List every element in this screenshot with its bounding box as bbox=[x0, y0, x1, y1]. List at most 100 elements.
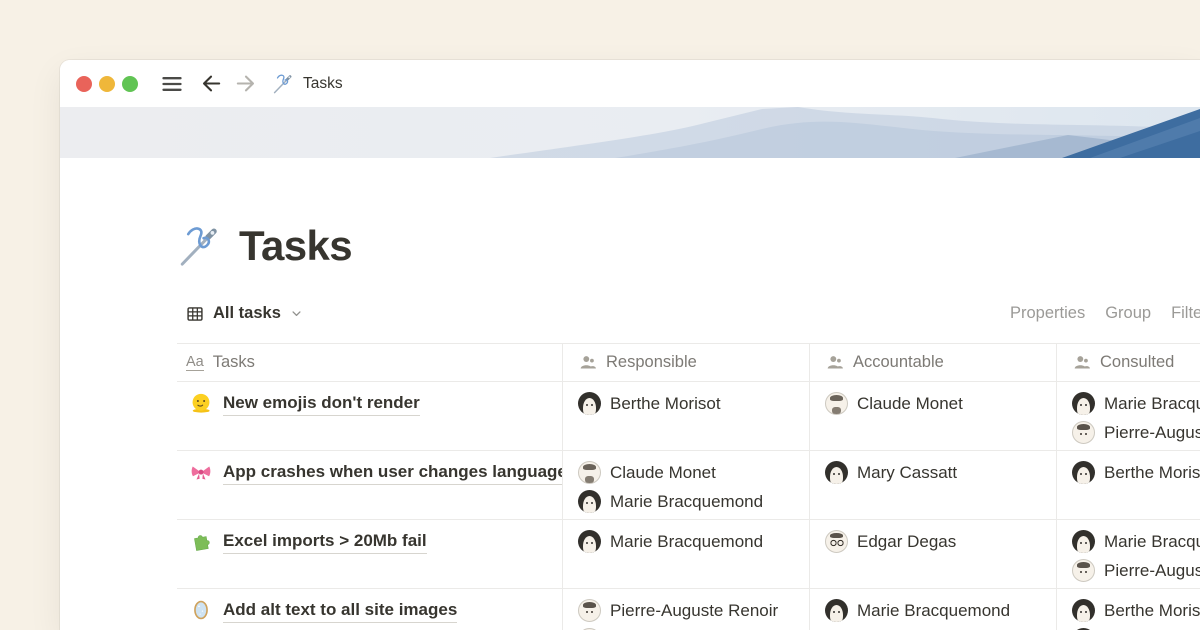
column-label: Tasks bbox=[213, 353, 255, 372]
person-property-icon bbox=[1072, 353, 1091, 372]
mountain-landscape bbox=[60, 107, 1200, 158]
person-property-icon bbox=[825, 353, 844, 372]
tab-title: Tasks bbox=[303, 75, 343, 93]
person-entry: Edgar Degas bbox=[825, 530, 1056, 553]
properties-button[interactable]: Properties bbox=[1010, 304, 1085, 323]
person-entry: Pierre-Auguste Renoir bbox=[578, 599, 809, 622]
avatar bbox=[578, 392, 601, 415]
back-arrow-icon[interactable] bbox=[200, 72, 223, 95]
column-header-consulted[interactable]: Consulted bbox=[1057, 344, 1200, 381]
traffic-light-zoom[interactable] bbox=[122, 76, 138, 92]
needle-favicon-icon bbox=[272, 73, 294, 95]
avatar bbox=[578, 461, 601, 484]
avatar bbox=[825, 599, 848, 622]
task-title-link[interactable]: New emojis don't render bbox=[223, 392, 420, 416]
person-name: Pierre-Auguste Renoir bbox=[1104, 559, 1200, 582]
avatar bbox=[1072, 392, 1095, 415]
accountable-cell[interactable]: Edgar Degas bbox=[810, 520, 1057, 588]
person-entry: Marie Bracquemond bbox=[578, 490, 809, 513]
task-title-link[interactable]: Add alt text to all site images bbox=[223, 599, 457, 623]
column-header-accountable[interactable]: Accountable bbox=[810, 344, 1057, 381]
column-label: Consulted bbox=[1100, 353, 1174, 372]
person-entry: Marie Bracquemond bbox=[825, 599, 1056, 622]
sewing-needle-icon[interactable] bbox=[177, 224, 222, 269]
person-name: Marie Bracquemond bbox=[610, 490, 763, 513]
tasks-table: Aa Tasks Responsible Accountable Consult… bbox=[177, 343, 1200, 630]
person-name: Marie Bracquemond bbox=[857, 599, 1010, 622]
browser-window: Tasks Tasks bbox=[60, 60, 1200, 630]
accountable-cell[interactable]: Claude Monet bbox=[810, 382, 1057, 450]
accountable-cell[interactable]: Mary Cassatt bbox=[810, 451, 1057, 519]
person-name: Berthe Morisot bbox=[1104, 461, 1200, 484]
task-title-link[interactable]: App crashes when user changes language bbox=[223, 461, 563, 485]
column-header-responsible[interactable]: Responsible bbox=[563, 344, 810, 381]
toolbar-actions: Properties Group Filter bbox=[1010, 297, 1200, 330]
responsible-cell[interactable]: Pierre-Auguste Renoir bbox=[563, 589, 810, 630]
avatar bbox=[825, 461, 848, 484]
consulted-cell[interactable]: Berthe Morisot bbox=[1057, 451, 1200, 519]
task-cell[interactable]: App crashes when user changes language bbox=[177, 451, 563, 519]
task-title-link[interactable]: Excel imports > 20Mb fail bbox=[223, 530, 427, 554]
ribbon-icon bbox=[190, 461, 212, 483]
table-row: Excel imports > 20Mb fail Marie Bracquem… bbox=[177, 520, 1200, 589]
avatar bbox=[1072, 461, 1095, 484]
view-toolbar: All tasks Properties Group Filter bbox=[177, 297, 1200, 330]
person-entry: Berthe Morisot bbox=[1072, 461, 1200, 484]
person-entry: Pierre-Auguste Renoir bbox=[1072, 559, 1200, 582]
person-entry: Pierre-Auguste Renoir bbox=[1072, 421, 1200, 444]
table-row: Add alt text to all site images Pierre-A… bbox=[177, 589, 1200, 630]
person-entry: Claude Monet bbox=[825, 392, 1056, 415]
filter-button[interactable]: Filter bbox=[1171, 304, 1200, 323]
traffic-light-close[interactable] bbox=[76, 76, 92, 92]
table-view-icon bbox=[185, 304, 205, 324]
person-entry: Marie Bracquemond bbox=[1072, 392, 1200, 415]
task-cell[interactable]: New emojis don't render bbox=[177, 382, 563, 450]
avatar bbox=[578, 490, 601, 513]
avatar bbox=[1072, 559, 1095, 582]
person-name: Marie Bracquemond bbox=[610, 530, 763, 553]
avatar bbox=[1072, 599, 1095, 622]
avatar bbox=[1072, 530, 1095, 553]
person-entry: Berthe Morisot bbox=[578, 392, 809, 415]
responsible-cell[interactable]: Claude Monet Marie Bracquemond bbox=[563, 451, 810, 519]
doc-title-block: Tasks bbox=[177, 222, 352, 270]
person-name: Berthe Morisot bbox=[610, 392, 721, 415]
consulted-cell[interactable]: Berthe Morisot bbox=[1057, 589, 1200, 630]
responsible-cell[interactable]: Marie Bracquemond bbox=[563, 520, 810, 588]
person-name: Berthe Morisot bbox=[1104, 599, 1200, 622]
table-header-row: Aa Tasks Responsible Accountable Consult… bbox=[177, 343, 1200, 382]
person-entry: Marie Bracquemond bbox=[578, 530, 809, 553]
view-switcher[interactable]: All tasks bbox=[177, 297, 304, 330]
task-cell[interactable]: Add alt text to all site images bbox=[177, 589, 563, 630]
column-header-tasks[interactable]: Aa Tasks bbox=[177, 344, 563, 381]
accountable-cell[interactable]: Marie Bracquemond bbox=[810, 589, 1057, 630]
person-name: Marie Bracquemond bbox=[1104, 392, 1200, 415]
melting-face-icon bbox=[190, 392, 212, 414]
group-button[interactable]: Group bbox=[1105, 304, 1151, 323]
menu-icon[interactable] bbox=[160, 72, 184, 96]
browser-titlebar: Tasks bbox=[60, 60, 1200, 107]
page-title: Tasks bbox=[239, 222, 352, 270]
avatar bbox=[825, 530, 848, 553]
person-entry: Claude Monet bbox=[578, 461, 809, 484]
responsible-cell[interactable]: Berthe Morisot bbox=[563, 382, 810, 450]
person-entry: Mary Cassatt bbox=[825, 461, 1056, 484]
text-property-icon: Aa bbox=[186, 355, 204, 371]
page-content: Tasks All tasks Properties Group Filter … bbox=[60, 158, 1200, 630]
column-label: Responsible bbox=[606, 353, 697, 372]
person-property-icon bbox=[578, 353, 597, 372]
person-name: Claude Monet bbox=[857, 392, 963, 415]
person-name: Mary Cassatt bbox=[857, 461, 957, 484]
task-cell[interactable]: Excel imports > 20Mb fail bbox=[177, 520, 563, 588]
person-entry: Berthe Morisot bbox=[1072, 599, 1200, 622]
avatar bbox=[1072, 421, 1095, 444]
consulted-cell[interactable]: Marie Bracquemond Pierre-Auguste Renoir bbox=[1057, 520, 1200, 588]
traffic-light-minimize[interactable] bbox=[99, 76, 115, 92]
avatar bbox=[578, 599, 601, 622]
table-row: New emojis don't render Berthe Morisot C… bbox=[177, 382, 1200, 451]
person-name: Edgar Degas bbox=[857, 530, 956, 553]
consulted-cell[interactable]: Marie Bracquemond Pierre-Auguste Renoir bbox=[1057, 382, 1200, 450]
view-name: All tasks bbox=[213, 304, 281, 323]
forward-arrow-icon[interactable] bbox=[234, 72, 257, 95]
person-name: Marie Bracquemond bbox=[1104, 530, 1200, 553]
